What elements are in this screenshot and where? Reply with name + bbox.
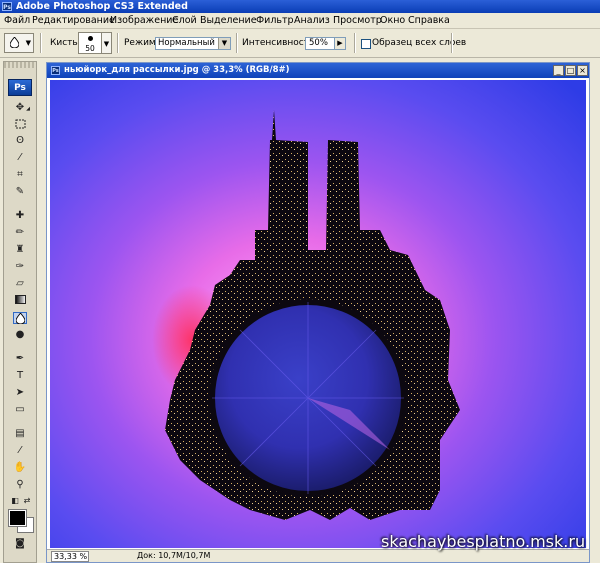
photoshop-doc-icon: Ps [51, 66, 60, 75]
history-brush-tool-icon[interactable]: ✑ [13, 261, 27, 273]
document-title: ньюйорк_для рассылки.jpg @ 33,3% (RGB/8#… [64, 65, 290, 75]
options-divider [40, 33, 42, 53]
hand-tool-icon[interactable]: ✋ [13, 462, 27, 474]
photoshop-logo[interactable]: Ps [8, 79, 32, 96]
document-window: Ps ньюйорк_для рассылки.jpg @ 33,3% (RGB… [46, 62, 590, 563]
menu-edit[interactable]: Редактирование [32, 14, 115, 27]
options-bar: ▼ Кисть: 50 ▼ Режим: Нормальный ▼ Интенс… [0, 29, 600, 58]
brush-label: Кисть: [50, 38, 81, 48]
menu-filter[interactable]: Фильтр [256, 14, 294, 27]
photoshop-app-icon: Ps [2, 2, 12, 11]
lasso-tool-icon[interactable]: ʘ [13, 135, 27, 147]
eraser-tool-icon[interactable]: ▱ [13, 278, 27, 290]
zoom-level-field[interactable]: 33,33 % [51, 551, 89, 562]
mode-value: Нормальный [158, 38, 215, 48]
image-artwork [50, 80, 586, 548]
brush-tool-icon[interactable]: ✏ [13, 227, 27, 239]
foreground-color-swatch[interactable] [8, 509, 27, 527]
brush-tip-icon [88, 36, 93, 41]
chevron-down-icon: ▼ [25, 39, 31, 47]
toolbox-panel: Ps ✥ ◢ ʘ ⁄ ⌗ ✎ ✚ ✏ ♜ ✑ ▱ ● ✒ T ➤ ▭ ▤ ⁄ ✋ … [3, 61, 37, 563]
menu-bar: Файл Редактирование Изображение Слой Выд… [0, 13, 600, 29]
path-selection-tool-icon[interactable]: ➤ [13, 387, 27, 399]
document-size-info[interactable]: Док: 10,7M/10,7M [137, 550, 210, 562]
app-title: Adobe Photoshop CS3 Extended [16, 1, 188, 12]
zoom-tool-icon[interactable]: ⚲ [13, 479, 27, 491]
document-title-bar[interactable]: Ps ньюйорк_для рассылки.jpg @ 33,3% (RGB… [47, 63, 589, 78]
clone-stamp-tool-icon[interactable]: ♜ [13, 244, 27, 256]
notes-tool-icon[interactable]: ▤ [13, 428, 27, 440]
tool-preset-picker[interactable]: ▼ [4, 33, 34, 53]
move-tool-icon[interactable]: ✥ ◢ [13, 102, 30, 114]
dodge-tool-icon[interactable]: ● [13, 329, 27, 341]
crop-tool-icon[interactable]: ⌗ [13, 169, 27, 181]
options-divider [451, 33, 453, 53]
close-button[interactable]: × [577, 65, 588, 76]
marquee-tool-icon[interactable] [13, 119, 27, 131]
brush-picker-dropdown[interactable]: ▼ [102, 32, 112, 54]
watermark-text: skachaybesplatno.msk.ru [381, 532, 586, 551]
pen-tool-icon[interactable]: ✒ [13, 353, 27, 365]
options-divider [354, 33, 356, 53]
options-divider [236, 33, 238, 53]
maximize-button[interactable]: □ [565, 65, 576, 76]
chevron-down-icon: ▼ [218, 38, 230, 49]
eyedropper-tool-icon[interactable]: ⁄ [13, 445, 27, 457]
app-title-bar: Ps Adobe Photoshop CS3 Extended [0, 0, 600, 13]
type-tool-icon[interactable]: T [13, 370, 27, 382]
intensity-slider-button[interactable]: ▶ [335, 37, 346, 50]
menu-help[interactable]: Справка [408, 14, 450, 27]
image-canvas[interactable] [50, 80, 586, 548]
magic-wand-tool-icon[interactable]: ⁄ [13, 152, 27, 164]
menu-image[interactable]: Изображение [110, 14, 178, 27]
options-divider [117, 33, 119, 53]
minimize-button[interactable]: _ [553, 65, 564, 76]
blur-drop-icon [10, 37, 19, 48]
menu-layer[interactable]: Слой [172, 14, 197, 27]
menu-analysis[interactable]: Анализ [294, 14, 330, 27]
mode-label: Режим: [124, 38, 159, 48]
workspace-background [591, 62, 600, 563]
sample-all-layers-checkbox[interactable] [361, 39, 371, 49]
mode-select[interactable]: Нормальный ▼ [155, 37, 231, 50]
brush-picker[interactable]: 50 [78, 32, 102, 54]
menu-window[interactable]: Окно [380, 14, 405, 27]
menu-select[interactable]: Выделение [200, 14, 257, 27]
intensity-input[interactable]: 50% [305, 37, 335, 50]
gradient-tool-icon[interactable] [13, 295, 27, 307]
swap-colors-icon[interactable]: ⇄ [20, 495, 34, 507]
blur-tool-icon[interactable] [13, 312, 27, 325]
healing-brush-tool-icon[interactable]: ✚ [13, 210, 27, 222]
brush-size: 50 [85, 44, 95, 53]
toolbox-grip[interactable] [4, 62, 36, 68]
menu-file[interactable]: Файл [4, 14, 30, 27]
menu-view[interactable]: Просмотр [333, 14, 382, 27]
slice-tool-icon[interactable]: ✎ [13, 186, 27, 198]
shape-tool-icon[interactable]: ▭ [13, 404, 27, 416]
quick-mask-icon[interactable]: ◙ [13, 538, 27, 550]
